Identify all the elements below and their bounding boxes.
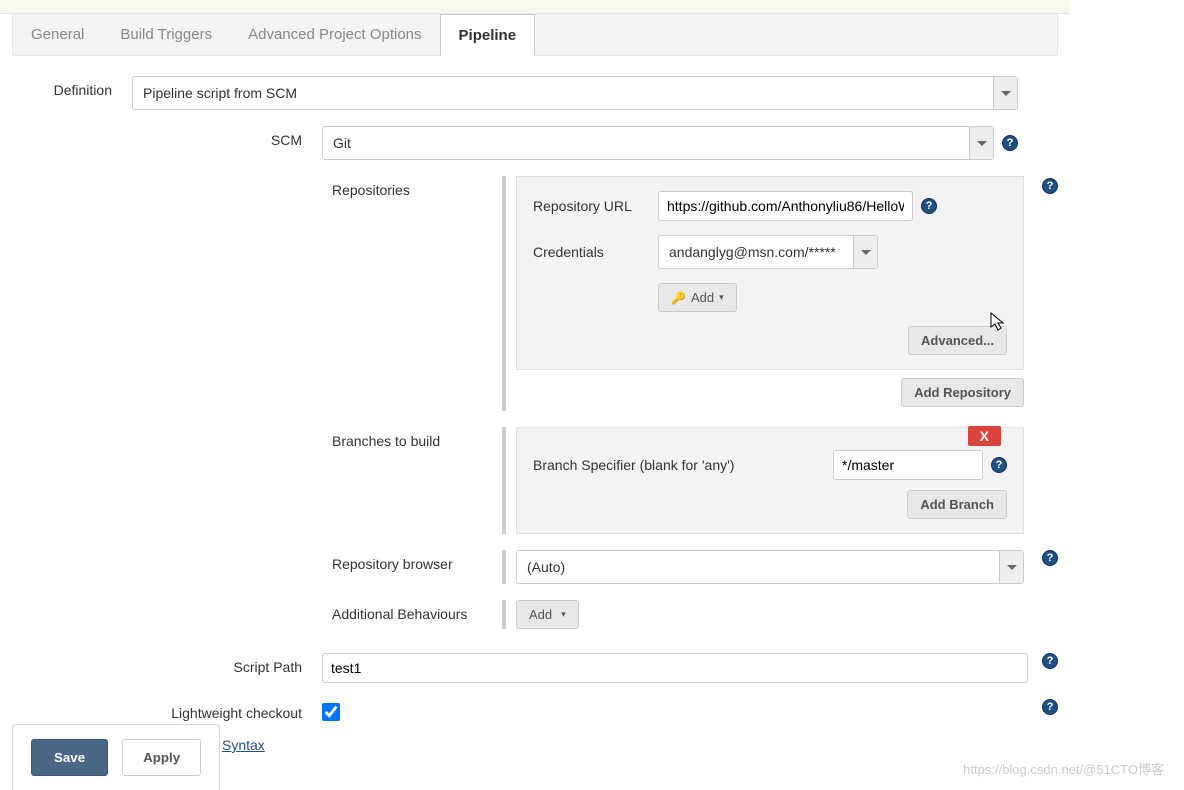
key-icon: 🔑: [671, 291, 686, 305]
repo-url-label: Repository URL: [533, 198, 658, 214]
repo-browser-value: (Auto): [527, 559, 565, 575]
add-cred-label: Add: [691, 290, 714, 305]
add-repository-button[interactable]: Add Repository: [901, 378, 1024, 407]
definition-label: Definition: [12, 76, 132, 98]
caret-down-icon: ▾: [719, 292, 724, 303]
repo-browser-select[interactable]: (Auto): [516, 550, 1024, 584]
credentials-value: andanglyg@msn.com/*****: [669, 244, 836, 260]
add-behaviour-button[interactable]: Add ▾: [516, 600, 579, 629]
definition-select[interactable]: Pipeline script from SCM: [132, 76, 1018, 110]
chevron-down-icon: [969, 127, 993, 159]
tab-advanced-project-options[interactable]: Advanced Project Options: [230, 14, 439, 55]
repo-browser-label: Repository browser: [332, 550, 502, 572]
repository-block: Repository URL Credentials andanglyg@msn…: [516, 176, 1024, 370]
help-icon[interactable]: [991, 457, 1007, 473]
watermark: https://blog.csdn.net/@51CTO博客: [963, 759, 1164, 778]
help-icon[interactable]: [1002, 135, 1018, 151]
help-icon[interactable]: [921, 198, 937, 214]
caret-down-icon: ▾: [561, 609, 566, 620]
scm-value: Git: [333, 135, 351, 151]
help-icon[interactable]: [1042, 699, 1058, 715]
script-path-label: Script Path: [142, 653, 322, 675]
tab-general[interactable]: General: [13, 14, 102, 55]
branch-block: X Branch Specifier (blank for 'any') Add…: [516, 427, 1024, 534]
credentials-select[interactable]: andanglyg@msn.com/*****: [658, 235, 878, 269]
credentials-label: Credentials: [533, 244, 658, 260]
config-tabs: General Build Triggers Advanced Project …: [12, 14, 1058, 56]
add-behaviour-label: Add: [529, 607, 552, 622]
repositories-label: Repositories: [332, 176, 502, 198]
chevron-down-icon: [853, 236, 877, 268]
advanced-button[interactable]: Advanced...: [908, 326, 1007, 355]
lightweight-checkbox[interactable]: [322, 703, 340, 721]
repo-url-input[interactable]: [658, 191, 913, 221]
script-path-input[interactable]: [322, 653, 1028, 683]
tab-build-triggers[interactable]: Build Triggers: [102, 14, 230, 55]
branch-specifier-label: Branch Specifier (blank for 'any'): [533, 457, 833, 473]
apply-button[interactable]: Apply: [122, 739, 201, 776]
scm-select[interactable]: Git: [322, 126, 994, 160]
chevron-down-icon: [993, 77, 1017, 109]
branches-label: Branches to build: [332, 427, 502, 449]
add-credentials-button[interactable]: 🔑 Add ▾: [658, 283, 737, 312]
branch-specifier-input[interactable]: [833, 450, 983, 480]
add-branch-button[interactable]: Add Branch: [907, 490, 1007, 519]
additional-behaviours-label: Additional Behaviours: [332, 600, 502, 622]
chevron-down-icon: [999, 551, 1023, 583]
save-button[interactable]: Save: [31, 739, 108, 776]
pipeline-syntax-link[interactable]: Syntax: [222, 737, 265, 753]
help-icon[interactable]: [1042, 550, 1058, 566]
footer-actions: Save Apply: [12, 724, 220, 790]
delete-branch-button[interactable]: X: [968, 426, 1001, 446]
help-icon[interactable]: [1042, 178, 1058, 194]
scm-label: SCM: [142, 126, 322, 148]
lightweight-checkout-label: Lightweight checkout: [142, 699, 322, 721]
definition-value: Pipeline script from SCM: [143, 85, 297, 101]
help-icon[interactable]: [1042, 653, 1058, 669]
tab-pipeline[interactable]: Pipeline: [440, 14, 536, 56]
